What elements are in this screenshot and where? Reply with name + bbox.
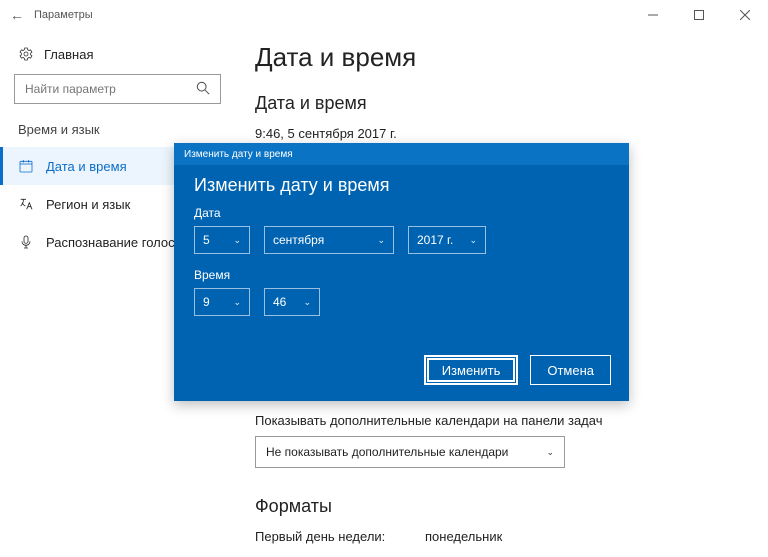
format-first-day: Первый день недели: понедельник — [255, 529, 748, 544]
format-key: Первый день недели: — [255, 529, 415, 544]
section-heading: Дата и время — [255, 93, 748, 114]
chevron-down-icon: ⌄ — [377, 235, 385, 246]
search-wrap — [14, 74, 221, 104]
gear-icon — [18, 46, 34, 62]
sidebar-item-label: Регион и язык — [46, 197, 130, 212]
sidebar-home-label: Главная — [44, 47, 93, 62]
minute-picker[interactable]: 46 ⌄ — [264, 288, 320, 316]
minute-value: 46 — [273, 295, 286, 309]
year-picker[interactable]: 2017 г. ⌄ — [408, 226, 486, 254]
language-icon — [18, 196, 34, 212]
current-datetime: 9:46, 5 сентября 2017 г. — [255, 126, 748, 141]
calendar-combo[interactable]: Не показывать дополнительные календари ⌄ — [255, 436, 565, 468]
change-date-time-dialog: Изменить дату и время Изменить дату и вр… — [174, 143, 629, 401]
window-titlebar: ← Параметры — [0, 0, 768, 30]
back-arrow-icon: ← — [10, 7, 24, 23]
chevron-down-icon: ⌄ — [546, 447, 554, 458]
sidebar-item-label: Распознавание голоса — [46, 235, 182, 250]
microphone-icon — [18, 234, 34, 250]
chevron-down-icon: ⌄ — [469, 235, 477, 246]
calendar-combo-value: Не показывать дополнительные календари — [266, 445, 508, 459]
close-button[interactable] — [722, 0, 768, 30]
year-value: 2017 г. — [417, 233, 453, 247]
search-input[interactable] — [14, 74, 221, 104]
calendar-icon — [18, 158, 34, 174]
change-button[interactable]: Изменить — [424, 355, 519, 385]
chevron-down-icon: ⌄ — [233, 235, 241, 246]
window-controls — [630, 0, 768, 30]
chevron-down-icon: ⌄ — [233, 297, 241, 308]
minimize-button[interactable] — [630, 0, 676, 30]
dialog-titlebar: Изменить дату и время — [174, 143, 629, 165]
search-icon — [195, 80, 211, 96]
time-label: Время — [194, 268, 609, 282]
sidebar-item-label: Дата и время — [46, 159, 127, 174]
hour-picker[interactable]: 9 ⌄ — [194, 288, 250, 316]
maximize-button[interactable] — [676, 0, 722, 30]
chevron-down-icon: ⌄ — [303, 297, 311, 308]
hour-value: 9 — [203, 295, 210, 309]
calendar-option-label: Показывать дополнительные календари на п… — [255, 413, 748, 428]
format-value: понедельник — [425, 529, 502, 544]
page-title: Дата и время — [255, 42, 748, 73]
dialog-heading: Изменить дату и время — [194, 175, 609, 196]
formats-heading: Форматы — [255, 496, 748, 517]
cancel-button[interactable]: Отмена — [530, 355, 611, 385]
date-label: Дата — [194, 206, 609, 220]
month-value: сентября — [273, 233, 324, 247]
window-title: Параметры — [34, 9, 93, 21]
dialog-titlebar-text: Изменить дату и время — [184, 149, 293, 160]
day-value: 5 — [203, 233, 210, 247]
day-picker[interactable]: 5 ⌄ — [194, 226, 250, 254]
sidebar-home[interactable]: Главная — [0, 46, 235, 74]
month-picker[interactable]: сентября ⌄ — [264, 226, 394, 254]
